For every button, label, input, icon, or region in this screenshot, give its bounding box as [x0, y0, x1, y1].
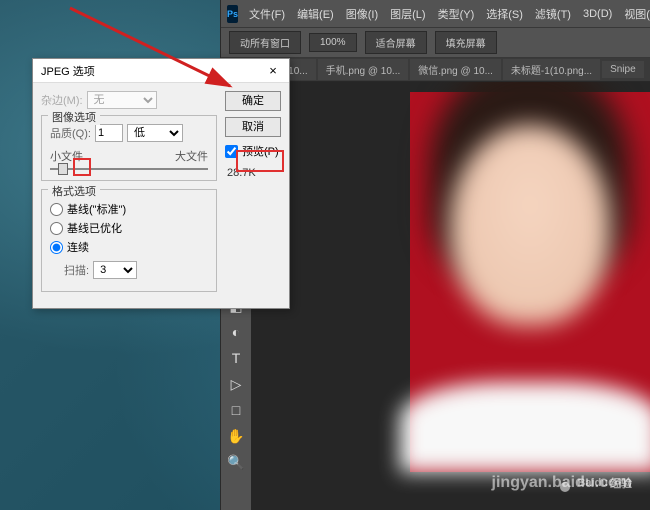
photo-face: [450, 125, 610, 325]
radio-progressive-label: 连续: [67, 239, 89, 255]
menu-layer[interactable]: 图层(L): [385, 4, 430, 24]
zoom-tool-icon[interactable]: 🔍: [224, 450, 248, 474]
matte-select: 无: [87, 91, 157, 109]
ok-button[interactable]: 确定: [225, 91, 281, 111]
menu-filter[interactable]: 滤镜(T): [530, 4, 576, 24]
quality-slider[interactable]: [50, 168, 208, 170]
menu-select[interactable]: 选择(S): [481, 4, 528, 24]
photo-portrait: [410, 92, 650, 472]
opt-fit-screen[interactable]: 适合屏幕: [365, 31, 427, 54]
tab-doc[interactable]: Snipe: [602, 61, 644, 78]
format-options-legend: 格式选项: [48, 183, 100, 199]
preview-checkbox[interactable]: [225, 145, 238, 158]
radio-progressive[interactable]: [50, 241, 63, 254]
menu-type[interactable]: 类型(Y): [433, 4, 480, 24]
ps-logo: Ps: [227, 5, 238, 23]
menu-edit[interactable]: 编辑(E): [292, 4, 339, 24]
scans-label: 扫描:: [64, 262, 89, 278]
photo-shirt: [400, 382, 650, 472]
menu-image[interactable]: 图像(I): [341, 4, 383, 24]
shape-tool-icon[interactable]: □: [224, 398, 248, 422]
image-options-group: 图像选项 品质(Q): 低 小文件 大文件: [41, 115, 217, 181]
watermark-url: jingyan.baidu.com: [492, 474, 632, 492]
path-tool-icon[interactable]: ▷: [224, 372, 248, 396]
menu-file[interactable]: 文件(F): [244, 4, 290, 24]
radio-baseline-label: 基线("标准"): [67, 201, 126, 217]
close-icon[interactable]: ×: [265, 63, 281, 79]
small-file-label: 小文件: [50, 148, 83, 164]
menu-view[interactable]: 视图(V): [619, 4, 650, 24]
tab-doc[interactable]: 微信.png @ 10...: [410, 59, 501, 80]
image-options-legend: 图像选项: [48, 109, 100, 125]
gradient-tool-icon[interactable]: ◐: [224, 320, 248, 344]
jpeg-options-dialog: JPEG 选项 × 杂边(M): 无 图像选项 品质(Q): 低: [32, 58, 290, 309]
radio-baseline[interactable]: [50, 203, 63, 216]
large-file-label: 大文件: [175, 148, 208, 164]
radio-optimized-label: 基线已优化: [67, 220, 122, 236]
opt-zoom[interactable]: 100%: [309, 33, 357, 52]
opt-fill-screen[interactable]: 填充屏幕: [435, 31, 497, 54]
quality-label: 品质(Q):: [50, 125, 91, 141]
opt-scroll-all[interactable]: 动所有窗口: [229, 31, 301, 54]
dialog-titlebar: JPEG 选项 ×: [33, 59, 289, 83]
scans-select[interactable]: 3: [93, 261, 137, 279]
dialog-title: JPEG 选项: [41, 63, 95, 79]
menubar: Ps 文件(F) 编辑(E) 图像(I) 图层(L) 类型(Y) 选择(S) 滤…: [221, 0, 650, 28]
tab-doc[interactable]: 未标题-1(10.png...: [503, 59, 600, 80]
desktop-background: Ps 文件(F) 编辑(E) 图像(I) 图层(L) 类型(Y) 选择(S) 滤…: [0, 0, 650, 510]
quality-input[interactable]: [95, 124, 123, 142]
document-canvas[interactable]: [251, 82, 650, 510]
hand-tool-icon[interactable]: ✋: [224, 424, 248, 448]
type-tool-icon[interactable]: T: [224, 346, 248, 370]
radio-optimized[interactable]: [50, 222, 63, 235]
quality-preset-select[interactable]: 低: [127, 124, 183, 142]
matte-label: 杂边(M):: [41, 92, 83, 108]
options-bar: 动所有窗口 100% 适合屏幕 填充屏幕: [221, 28, 650, 58]
menu-3d[interactable]: 3D(D): [578, 6, 617, 22]
cancel-button[interactable]: 取消: [225, 117, 281, 137]
tab-doc[interactable]: 手机.png @ 10...: [318, 59, 409, 80]
preview-label: 预览(P): [242, 143, 279, 159]
slider-thumb[interactable]: [58, 163, 68, 175]
format-options-group: 格式选项 基线("标准") 基线已优化 连续 扫描: 3: [41, 189, 217, 292]
filesize-text: 28.7K: [225, 165, 281, 181]
